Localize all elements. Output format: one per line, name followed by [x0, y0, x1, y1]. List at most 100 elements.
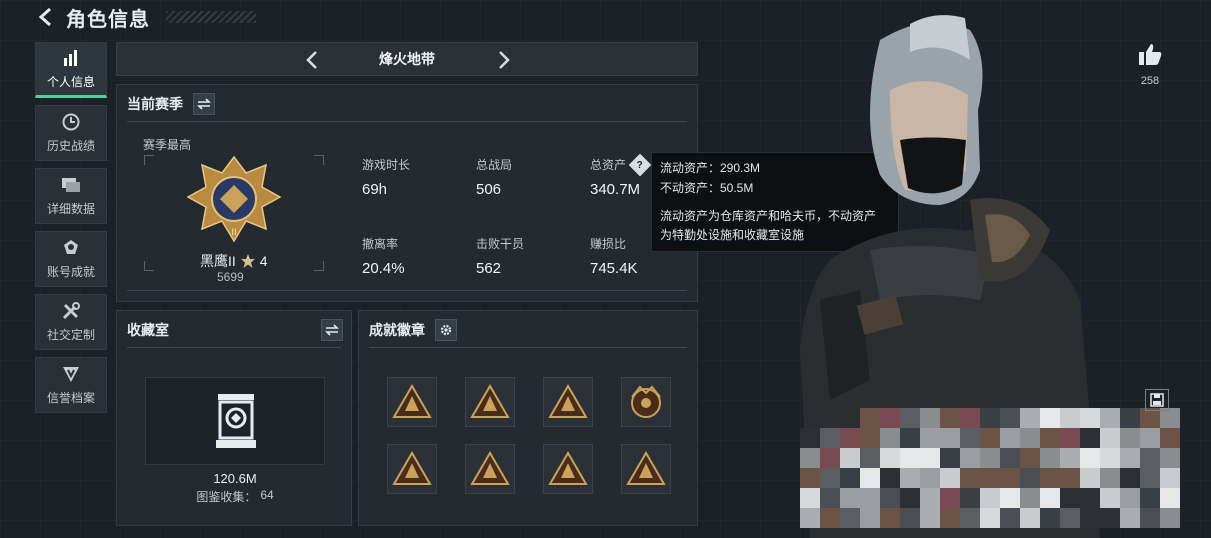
likes[interactable]: 258 [1133, 42, 1167, 87]
achievement-badge[interactable] [465, 444, 515, 494]
mosaic-cell [1100, 468, 1120, 488]
stat-value: 745.4K [590, 260, 638, 277]
mosaic-cell [1120, 468, 1140, 488]
mosaic-cell [880, 488, 900, 508]
achievement-badge[interactable] [465, 377, 515, 427]
badge-icon [548, 384, 588, 418]
sidebar-item-achievements[interactable]: 账号成就 [35, 231, 107, 287]
badge-icon [626, 451, 666, 485]
mosaic-cell [1140, 448, 1160, 468]
mosaic-cell [1020, 428, 1040, 448]
collection-switch-button[interactable] [321, 319, 343, 341]
mosaic-cell [940, 508, 960, 528]
swap-icon [325, 324, 339, 336]
mosaic-cell [1100, 448, 1120, 468]
rank-name: 黑鹰II 4 [200, 251, 268, 271]
mosaic-cell [920, 488, 940, 508]
sidebar-item-details[interactable]: 详细数据 [35, 168, 107, 224]
page-title: 角色信息 [66, 8, 150, 31]
mosaic-cell [1060, 408, 1080, 428]
stat-value: 340.7M [590, 181, 641, 198]
mosaic-cell [1040, 428, 1060, 448]
mosaic-cell [1140, 488, 1160, 508]
collection-display[interactable] [145, 377, 325, 465]
clock-icon [61, 113, 81, 131]
achievement-badge[interactable] [387, 444, 437, 494]
stat-profit-ratio: 赚损比 745.4K [590, 235, 638, 277]
mosaic-cell [960, 508, 980, 528]
header: 角色信息 [36, 4, 256, 31]
achievement-badge[interactable] [543, 377, 593, 427]
badges-panel: 成就徽章 [358, 310, 698, 526]
divider [127, 290, 687, 291]
sidebar-item-label: 社交定制 [46, 327, 95, 342]
save-button[interactable] [1145, 389, 1169, 411]
mosaic-cell [1160, 488, 1180, 508]
stat-label: 撤离率 [362, 237, 399, 251]
badge-icon [631, 385, 661, 418]
cards-icon [61, 176, 81, 194]
trophy-icon [61, 239, 81, 257]
mosaic-cell [1120, 508, 1140, 528]
stat-label-row: 总资产 ? [590, 153, 652, 176]
chevron-right-icon [499, 51, 510, 69]
mosaic-cell [1100, 488, 1120, 508]
likes-count: 258 [1140, 75, 1160, 87]
achievement-badge[interactable] [387, 377, 437, 427]
stat-value: 69h [362, 181, 388, 198]
badge-icon [548, 451, 588, 485]
mosaic-cell [980, 448, 1000, 468]
mosaic-cell [980, 508, 1000, 528]
display-case-icon [216, 394, 256, 448]
stat-label: 击败干员 [476, 237, 525, 251]
divider [127, 121, 687, 122]
stat-value: 562 [476, 260, 502, 277]
mosaic-cell [1080, 488, 1100, 508]
mosaic-cell [840, 488, 860, 508]
mosaic-cell [1020, 468, 1040, 488]
mosaic-cell [1080, 468, 1100, 488]
thumbs-up-icon [1139, 44, 1162, 65]
stat-extract-rate: 撤离率 20.4% [362, 235, 405, 277]
sidebar-item-personal-info[interactable]: 个人信息 [35, 42, 107, 98]
achievement-badge[interactable] [621, 377, 671, 427]
mosaic-cell [1000, 508, 1020, 528]
mode-next-button[interactable] [493, 49, 515, 71]
mosaic-cell [1060, 428, 1080, 448]
mosaic-cell [840, 508, 860, 528]
stat-label: 总资产 [590, 158, 627, 172]
mosaic-cell [1120, 408, 1140, 428]
season-title: 当前赛季 [127, 96, 183, 112]
stat-total-assets: 总资产 ? 340.7M [590, 153, 652, 198]
stat-value: 20.4% [362, 260, 405, 277]
collection-panel: 收藏室 120.6M 图鉴收集： 64 [116, 310, 352, 526]
season-switch-button[interactable] [193, 93, 215, 115]
mosaic-cell [1020, 448, 1040, 468]
collection-count-label: 图鉴收集： [196, 490, 257, 504]
collection-count-value: 64 [260, 488, 274, 502]
achievement-badge[interactable] [543, 444, 593, 494]
mosaic-cell [1020, 408, 1040, 428]
mosaic-cell [1080, 428, 1100, 448]
rank-emblem-icon: II [186, 155, 282, 243]
mode-name: 烽火地带 [379, 51, 435, 67]
mosaic-cell [880, 468, 900, 488]
mosaic-cell [1040, 448, 1060, 468]
back-button[interactable] [36, 7, 56, 27]
mosaic-cell [1160, 408, 1180, 428]
mosaic-cell [800, 428, 820, 448]
badges-settings-button[interactable] [435, 319, 457, 341]
stat-label: 赚损比 [590, 237, 627, 251]
sidebar-item-reputation[interactable]: 信誉档案 [35, 357, 107, 413]
badge-icon [470, 451, 510, 485]
mode-prev-button[interactable] [301, 49, 323, 71]
sidebar-item-history[interactable]: 历史战绩 [35, 105, 107, 161]
shield-icon [61, 365, 81, 383]
mosaic-cell [820, 508, 840, 528]
mosaic-cell [940, 408, 960, 428]
help-icon[interactable]: ? [628, 153, 652, 176]
sidebar-item-social[interactable]: 社交定制 [35, 294, 107, 350]
achievement-badge[interactable] [621, 444, 671, 494]
mosaic-cell [900, 508, 920, 528]
mosaic-cell [840, 448, 860, 468]
